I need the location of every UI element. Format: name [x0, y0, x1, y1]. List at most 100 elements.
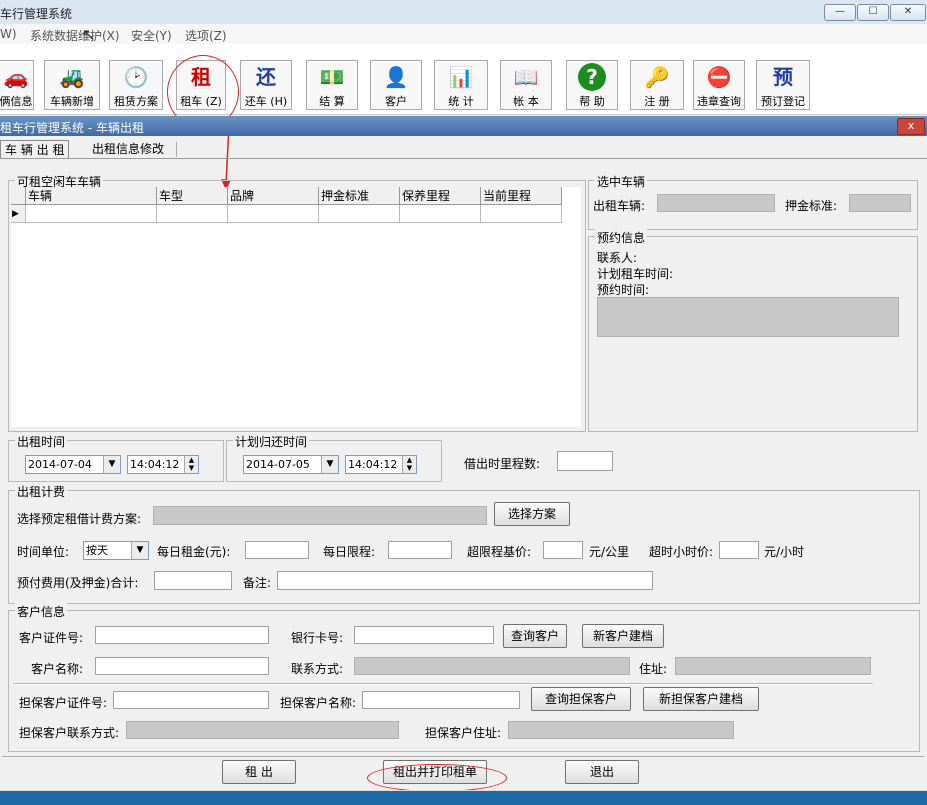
guarantor-id-input[interactable] — [113, 691, 269, 709]
child-close-button[interactable]: x — [897, 118, 925, 135]
grid-col-vehicle[interactable]: 车辆 — [25, 187, 157, 205]
reservation-contact-label: 联系人: — [597, 251, 638, 265]
mouse-cursor-icon: ↖ — [82, 25, 96, 44]
toolbar-vehicle-info-button[interactable]: 🚗 俩信息 — [0, 60, 34, 110]
toolbar-return-button[interactable]: 还还车 (H) — [240, 60, 292, 110]
over-base-input[interactable] — [543, 541, 583, 559]
customer-name-input[interactable] — [95, 657, 269, 675]
customer-group: 客户信息 客户证件号: 银行卡号: 查询客户 新客户建档 客户名称: 联系方式:… — [8, 603, 920, 752]
toolbar-lease-plan-button[interactable]: 🕑 租赁方案 — [109, 60, 163, 110]
overtime-label: 超时小时价: — [649, 545, 714, 559]
bank-card-input[interactable] — [354, 626, 494, 644]
toolbar-customer-button[interactable]: 👤 客户 — [370, 60, 422, 110]
grid-col-maintenance[interactable]: 保养里程 — [399, 187, 481, 205]
selected-car-label: 出租车辆: — [593, 199, 646, 213]
tab-vehicle-rent[interactable]: 车 辆 出 租 — [0, 140, 70, 159]
car-red-icon: 🚗 — [3, 65, 29, 89]
grid-col-brand[interactable]: 品牌 — [227, 187, 319, 205]
billing-group: 出租计费 选择预定租借计费方案: 选择方案 时间单位: 按天 ▼ 每日租金(元):… — [8, 483, 920, 604]
daily-limit-label: 每日限程: — [323, 545, 376, 559]
reservation-time-label: 预约时间: — [597, 283, 650, 297]
reservation-title: 预约信息 — [595, 229, 648, 246]
child-window-title-bar: 租车行管理系统 - 车辆出租 x — [0, 116, 927, 136]
daily-rent-input[interactable] — [245, 541, 309, 559]
maximize-button[interactable]: ☐ — [857, 4, 889, 21]
chevron-down-icon[interactable]: ▼ — [103, 456, 120, 473]
daily-rent-label: 每日租金(元): — [157, 545, 231, 559]
chevron-down-icon[interactable]: ▼ — [321, 456, 338, 473]
prepay-label: 预付费用(及押金)合计: — [17, 576, 139, 590]
tab-rent-info-edit[interactable]: 出租信息修改 — [88, 140, 168, 158]
time-unit-select[interactable]: 按天 ▼ — [83, 541, 149, 560]
billing-plan-field — [153, 506, 487, 525]
minimize-button[interactable]: — — [824, 4, 856, 21]
return-date-picker[interactable]: 2014-07-05 ▼ — [243, 455, 339, 474]
spinner-icon[interactable]: ▲ ▼ — [184, 456, 198, 473]
menu-item-w[interactable]: W) — [0, 27, 17, 41]
mileage-input[interactable] — [557, 451, 613, 471]
rent-time-title: 出租时间 — [15, 433, 68, 450]
overtime-unit: 元/小时 — [764, 545, 805, 559]
toolbar-settle-button[interactable]: 💵 结 算 — [306, 60, 358, 110]
taskbar-strip — [0, 790, 927, 805]
billing-plan-label: 选择预定租借计费方案: — [17, 512, 142, 526]
toolbar-reservation-button[interactable]: 预预订登记 — [756, 60, 810, 110]
grid-corner — [11, 187, 26, 205]
remark-input[interactable] — [277, 571, 653, 590]
rent-date-picker[interactable]: 2014-07-04 ▼ — [25, 455, 121, 474]
guarantor-name-label: 担保客户名称: — [280, 696, 357, 710]
guarantor-id-label: 担保客户证件号: — [19, 696, 108, 710]
remark-label: 备注: — [243, 576, 272, 590]
mileage-label: 借出时里程数: — [464, 457, 541, 471]
toolbar: 🚗 俩信息 🚜 车辆新增 🕑 租赁方案 租租车 (Z) 还还车 (H) 💵 结 算 👤 客… — [0, 44, 927, 115]
rent-time-picker[interactable]: 14:04:12 ▲ ▼ — [127, 455, 199, 474]
spinner-icon[interactable]: ▲ ▼ — [402, 456, 416, 473]
bar-chart-icon: 📊 — [448, 65, 474, 89]
grid-col-mileage[interactable]: 当前里程 — [480, 187, 562, 205]
toolbar-statistics-button[interactable]: 📊 统 计 — [434, 60, 488, 110]
window-close-button[interactable]: ✕ — [890, 4, 926, 21]
menu-item-data-maintain[interactable]: 系统数据维护(X) — [30, 27, 120, 44]
menu-item-options[interactable]: 选项(Z) — [185, 27, 227, 44]
exit-button[interactable]: 退出 — [565, 760, 639, 784]
prepay-input[interactable] — [154, 571, 232, 590]
guarantor-name-input[interactable] — [362, 691, 520, 709]
bank-card-label: 银行卡号: — [291, 631, 344, 645]
grid-col-model[interactable]: 车型 — [156, 187, 228, 205]
toolbar-violation-query-button[interactable]: ⛔ 违章查询 — [693, 60, 745, 110]
app-title: 车行管理系统 — [0, 7, 73, 21]
table-row[interactable]: ▶ — [11, 204, 562, 223]
child-window-title: 租车行管理系统 - 车辆出租 — [0, 121, 144, 135]
customer-name-label: 客户名称: — [31, 662, 84, 676]
new-guarantor-button[interactable]: 新担保客户建档 — [643, 687, 759, 711]
book-icon: 📖 — [513, 65, 539, 89]
return-time-group: 计划归还时间 2014-07-05 ▼ 14:04:12 ▲ ▼ — [226, 433, 442, 482]
daily-limit-input[interactable] — [388, 541, 452, 559]
guarantor-address-label: 担保客户住址: — [425, 726, 502, 740]
new-customer-button[interactable]: 新客户建档 — [582, 624, 664, 648]
toolbar-help-button[interactable]: ? 帮 助 — [566, 60, 618, 110]
query-guarantor-button[interactable]: 查询担保客户 — [531, 687, 631, 711]
available-vehicles-group: 可租空闲车车辆 车辆 车型 品牌 押金标准 保养里程 当前里程 ▶ — [8, 173, 586, 432]
menu-item-security[interactable]: 安全(Y) — [131, 27, 172, 44]
toolbar-add-vehicle-button[interactable]: 🚜 车辆新增 — [44, 60, 100, 110]
rent-out-button[interactable]: 租 出 — [222, 760, 296, 784]
query-customer-button[interactable]: 查询客户 — [503, 624, 567, 648]
chevron-down-icon[interactable]: ▼ — [131, 542, 148, 559]
reserve-char-icon: 预 — [773, 65, 793, 89]
selected-vehicle-group: 选中车辆 出租车辆: 押金标准: — [588, 173, 918, 230]
selected-car-field — [657, 194, 775, 212]
annotation-ellipse-print — [367, 764, 507, 792]
toolbar-ledger-button[interactable]: 📖 帐 本 — [500, 60, 552, 110]
contact-label: 联系方式: — [291, 662, 344, 676]
customer-id-input[interactable] — [95, 626, 269, 644]
selected-deposit-field — [849, 194, 911, 212]
toolbar-register-button[interactable]: 🔑 注 册 — [630, 60, 684, 110]
overtime-input[interactable] — [719, 541, 759, 559]
grid-col-deposit[interactable]: 押金标准 — [318, 187, 400, 205]
select-plan-button[interactable]: 选择方案 — [494, 502, 570, 526]
tab-divider — [0, 158, 927, 159]
return-time-picker[interactable]: 14:04:12 ▲ ▼ — [345, 455, 417, 474]
reservation-plan-time-label: 计划租车时间: — [597, 267, 674, 281]
rent-time-group: 出租时间 2014-07-04 ▼ 14:04:12 ▲ ▼ — [8, 433, 224, 482]
